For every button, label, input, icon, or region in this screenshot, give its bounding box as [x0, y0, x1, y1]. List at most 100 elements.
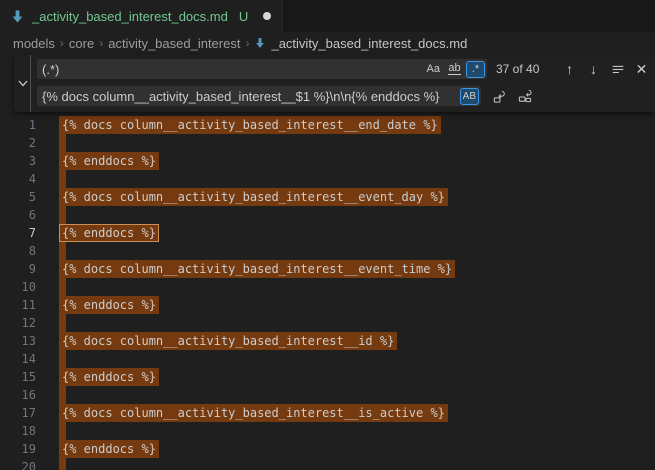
find-match-empty [59, 350, 66, 368]
chevron-right-icon: › [60, 36, 64, 50]
line-content: {% docs column__activity_based_interest_… [62, 260, 455, 278]
line-number: 4 [0, 170, 36, 188]
line-content: {% docs column__activity_based_interest_… [62, 332, 397, 350]
find-in-selection-icon[interactable] [607, 59, 628, 79]
find-row: Aa ab .* 37 of 40 ↑ ↓ ✕ [37, 59, 655, 79]
find-match-empty [59, 386, 66, 404]
line-number: 15 [0, 368, 36, 386]
code-line[interactable]: 7 {% enddocs %} [0, 224, 655, 242]
code-line[interactable]: 14 [0, 350, 655, 368]
find-match: {% docs column__activity_based_interest_… [59, 260, 455, 278]
line-number: 17 [0, 404, 36, 422]
breadcrumb-item-core[interactable]: core [69, 36, 94, 51]
code-line[interactable]: 5 {% docs column__activity_based_interest… [0, 188, 655, 206]
line-content: {% enddocs %} [62, 224, 159, 242]
code-line[interactable]: 15 {% enddocs %} [0, 368, 655, 386]
breadcrumb-item-file[interactable]: _activity_based_interest_docs.md [254, 36, 467, 51]
next-match-icon[interactable]: ↓ [583, 59, 604, 79]
find-input[interactable] [42, 60, 422, 78]
breadcrumb: models › core › activity_based_interest … [0, 32, 655, 54]
find-match-empty [59, 206, 66, 224]
code-line[interactable]: 4 [0, 170, 655, 188]
line-content: {% docs column__activity_based_interest_… [62, 188, 448, 206]
line-content: {% enddocs %} [62, 368, 159, 386]
find-match-empty [59, 314, 66, 332]
markdown-file-icon [254, 37, 266, 49]
line-content [62, 458, 66, 470]
code-line[interactable]: 9{% docs column__activity_based_interest… [0, 260, 655, 278]
find-match-current: {% enddocs %} [59, 224, 159, 242]
breadcrumb-item-activity-based-interest[interactable]: activity_based_interest [108, 36, 240, 51]
preserve-case-icon[interactable]: AB [460, 88, 479, 105]
find-input-box: Aa ab .* [37, 59, 487, 79]
code-line[interactable]: 2 [0, 134, 655, 152]
code-line[interactable]: 3 {% enddocs %} [0, 152, 655, 170]
line-number: 6 [0, 206, 36, 224]
find-match: {% docs column__activity_based_interest_… [59, 188, 448, 206]
code-line[interactable]: 13 {% docs column__activity_based_interes… [0, 332, 655, 350]
find-match: {% docs column__activity_based_interest_… [59, 116, 441, 134]
breadcrumb-file-label: _activity_based_interest_docs.md [271, 36, 467, 51]
find-match: {% enddocs %} [59, 368, 159, 386]
find-match: {% enddocs %} [59, 440, 159, 458]
close-icon[interactable]: ✕ [631, 59, 652, 79]
tab-bar: _activity_based_interest_docs.md U [0, 0, 655, 32]
code-line[interactable]: 1{% docs column__activity_based_interest… [0, 116, 655, 134]
line-number: 20 [0, 458, 36, 470]
find-match-empty [59, 242, 66, 260]
regex-icon[interactable]: .* [466, 61, 485, 78]
line-number: 8 [0, 242, 36, 260]
line-number: 13 [0, 332, 36, 350]
replace-icon[interactable] [489, 86, 510, 106]
line-number: 5 [0, 188, 36, 206]
code-line[interactable]: 20 [0, 458, 655, 470]
line-number: 16 [0, 386, 36, 404]
code-line[interactable]: 19 {% enddocs %} [0, 440, 655, 458]
code-editor[interactable]: 1{% docs column__activity_based_interest… [0, 54, 655, 470]
modified-dot-icon[interactable] [263, 12, 271, 20]
line-number: 10 [0, 278, 36, 296]
line-number: 12 [0, 314, 36, 332]
widget-resize-sash[interactable] [30, 55, 31, 112]
line-number: 2 [0, 134, 36, 152]
vscode-editor-window: _activity_based_interest_docs.md U model… [0, 0, 655, 470]
find-match-empty [59, 134, 66, 152]
match-case-icon[interactable]: Aa [424, 61, 443, 78]
replace-row: AB [37, 86, 655, 106]
whole-word-icon[interactable]: ab [445, 61, 464, 78]
line-number: 14 [0, 350, 36, 368]
breadcrumb-item-models[interactable]: models [13, 36, 55, 51]
find-match-empty [59, 458, 66, 470]
toggle-replace-chevron-icon[interactable] [16, 76, 29, 92]
code-line[interactable]: 17 {% docs column__activity_based_interes… [0, 404, 655, 422]
line-number: 7 [0, 224, 36, 242]
markdown-file-icon [10, 9, 25, 24]
git-status-badge: U [239, 9, 248, 24]
line-number: 11 [0, 296, 36, 314]
tab-activity-based-interest-docs[interactable]: _activity_based_interest_docs.md U [0, 0, 283, 32]
code-line[interactable]: 18 [0, 422, 655, 440]
code-line[interactable]: 12 [0, 314, 655, 332]
code-line[interactable]: 10 [0, 278, 655, 296]
line-content: {% docs column__activity_based_interest_… [62, 404, 448, 422]
previous-match-icon[interactable]: ↑ [559, 59, 580, 79]
code-line[interactable]: 11 {% enddocs %} [0, 296, 655, 314]
line-number: 19 [0, 440, 36, 458]
code-line[interactable]: 8 [0, 242, 655, 260]
line-content: {% enddocs %} [62, 152, 159, 170]
find-match-empty [59, 278, 66, 296]
code-line[interactable]: 6 [0, 206, 655, 224]
line-number: 18 [0, 422, 36, 440]
replace-all-icon[interactable] [515, 86, 536, 106]
replace-input[interactable] [42, 87, 458, 105]
find-match: {% enddocs %} [59, 296, 159, 314]
code-line[interactable]: 16 [0, 386, 655, 404]
find-match: {% enddocs %} [59, 152, 159, 170]
find-match: {% docs column__activity_based_interest_… [59, 332, 397, 350]
chevron-right-icon: › [99, 36, 103, 50]
find-match-empty [59, 422, 66, 440]
replace-input-box: AB [37, 86, 481, 106]
line-number: 3 [0, 152, 36, 170]
line-content: {% enddocs %} [62, 440, 159, 458]
line-content: {% enddocs %} [62, 296, 159, 314]
